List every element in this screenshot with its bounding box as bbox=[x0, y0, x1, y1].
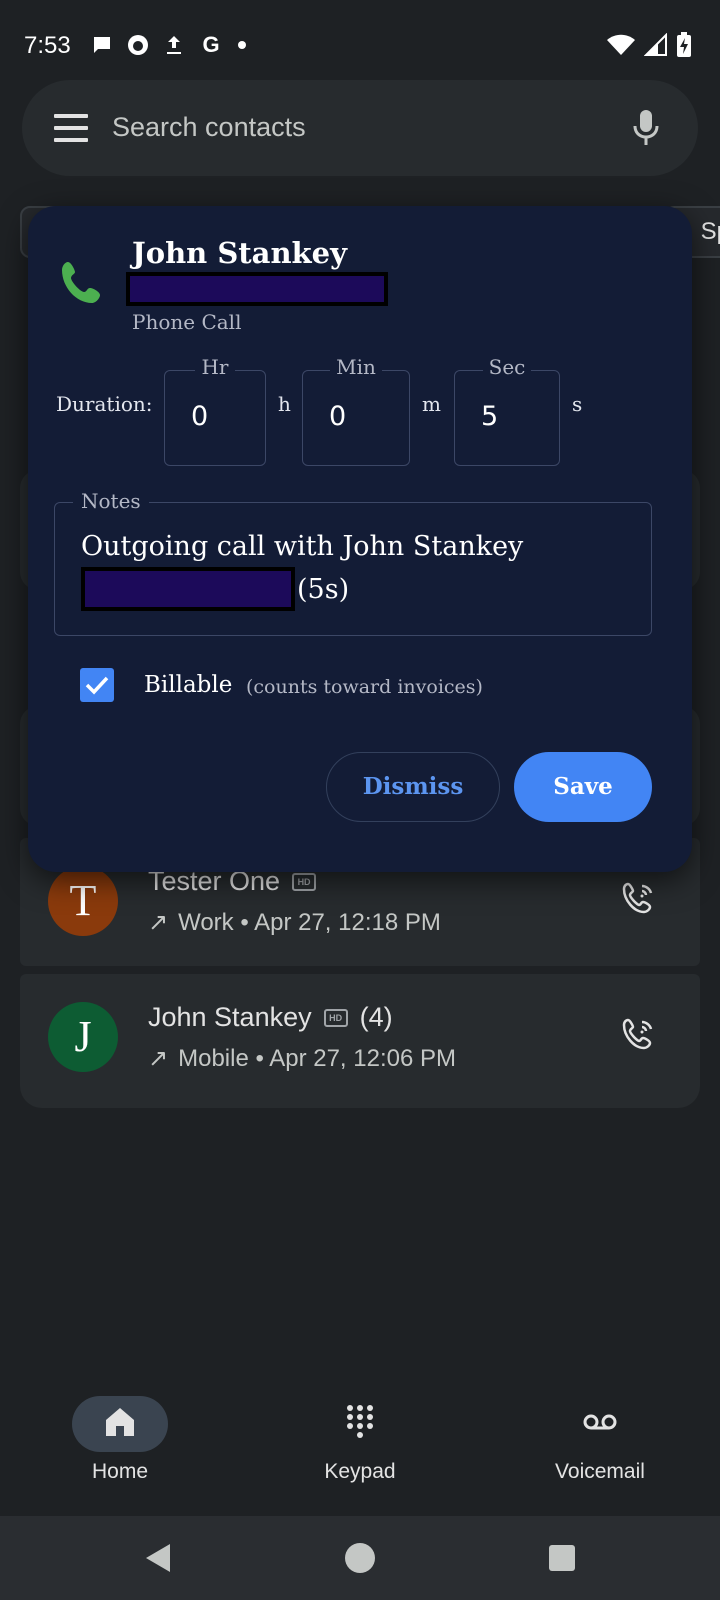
dismiss-button[interactable]: Dismiss bbox=[326, 752, 500, 822]
search-bar[interactable]: Search contacts bbox=[22, 80, 698, 176]
redacted-phone-number bbox=[81, 567, 295, 611]
nav-item-voicemail[interactable]: Voicemail bbox=[520, 1394, 680, 1504]
nav-label-home: Home bbox=[91, 1460, 149, 1483]
notes-field[interactable]: Notes Outgoing call with John Stankey (5… bbox=[54, 489, 652, 636]
search-input[interactable]: Search contacts bbox=[112, 112, 306, 143]
wifi-call-icon[interactable] bbox=[620, 1014, 660, 1054]
minutes-label: Min bbox=[303, 355, 409, 379]
wifi-icon bbox=[607, 34, 635, 55]
status-time: 7:53 bbox=[24, 32, 71, 59]
hours-unit: h bbox=[278, 392, 291, 416]
call-meta: ↗ Mobile • Apr 27, 12:06 PM bbox=[148, 1044, 456, 1073]
notification-icons: G bbox=[90, 32, 248, 58]
checkmark-icon bbox=[85, 676, 109, 695]
system-status-icons bbox=[606, 32, 692, 58]
avatar[interactable]: J bbox=[48, 1002, 118, 1072]
dialog-title: John Stankey bbox=[132, 236, 347, 270]
github-icon bbox=[128, 35, 148, 55]
system-navigation-bar bbox=[0, 1516, 720, 1600]
nav-label-voicemail: Voicemail bbox=[555, 1460, 645, 1483]
nav-item-home[interactable]: Home bbox=[40, 1394, 200, 1504]
hours-label: Hr bbox=[165, 355, 265, 379]
call-log-row[interactable]: J John Stankey HD (4) ↗ Mobile • Apr 27,… bbox=[20, 974, 700, 1108]
notes-label: Notes bbox=[73, 489, 149, 513]
seconds-label: Sec bbox=[455, 355, 559, 379]
keypad-icon bbox=[347, 1405, 373, 1438]
dot-icon bbox=[238, 41, 246, 49]
redacted-phone-number bbox=[126, 272, 388, 306]
seconds-value: 5 bbox=[481, 401, 499, 432]
mic-icon[interactable] bbox=[632, 108, 660, 148]
menu-icon[interactable] bbox=[54, 114, 88, 142]
notes-duration-text: (5s) bbox=[297, 573, 350, 605]
nav-item-keypad[interactable]: Keypad bbox=[280, 1394, 440, 1504]
call-meta-text: Mobile • Apr 27, 12:06 PM bbox=[178, 1044, 456, 1072]
status-bar: 7:53 G bbox=[0, 0, 720, 90]
billable-checkbox[interactable] bbox=[80, 668, 114, 702]
minutes-field[interactable]: Min 0 bbox=[302, 355, 410, 466]
notes-text: Outgoing call with John Stankey bbox=[81, 531, 524, 562]
phone-icon bbox=[62, 262, 100, 303]
call-meta: ↗ Work • Apr 27, 12:18 PM bbox=[148, 908, 441, 937]
upload-icon bbox=[167, 36, 181, 54]
voicemail-icon bbox=[583, 1414, 617, 1430]
outgoing-arrow-icon: ↗ bbox=[148, 1045, 169, 1072]
outgoing-arrow-icon: ↗ bbox=[148, 909, 169, 936]
seconds-unit: s bbox=[572, 392, 583, 416]
chat-bubble-icon bbox=[94, 37, 110, 53]
hd-call-icon: HD bbox=[323, 1008, 348, 1027]
wifi-call-icon[interactable] bbox=[620, 878, 660, 918]
call-log-dialog: John Stankey Phone Call Duration: Hr 0 h… bbox=[28, 206, 692, 872]
signal-icon bbox=[644, 33, 667, 56]
billable-hint: (counts toward invoices) bbox=[246, 676, 483, 698]
seconds-field[interactable]: Sec 5 bbox=[454, 355, 560, 466]
google-icon: G bbox=[202, 32, 220, 57]
recents-icon[interactable] bbox=[548, 1544, 576, 1572]
hours-value: 0 bbox=[191, 401, 209, 432]
back-icon[interactable] bbox=[144, 1542, 174, 1574]
nav-label-keypad: Keypad bbox=[324, 1460, 396, 1483]
filter-chip-label: Sp bbox=[700, 218, 720, 245]
contact-name: John Stankey HD (4) bbox=[148, 1002, 393, 1033]
duration-label: Duration: bbox=[56, 392, 153, 416]
avatar[interactable]: T bbox=[48, 866, 118, 936]
call-count: (4) bbox=[359, 1002, 393, 1032]
minutes-unit: m bbox=[422, 392, 441, 416]
contact-name-text: John Stankey bbox=[148, 1002, 312, 1032]
billable-label[interactable]: Billable bbox=[144, 672, 232, 698]
home-button-icon[interactable] bbox=[344, 1542, 376, 1574]
minutes-value: 0 bbox=[329, 401, 347, 432]
save-button[interactable]: Save bbox=[514, 752, 652, 822]
hours-field[interactable]: Hr 0 bbox=[164, 355, 266, 466]
call-meta-text: Work • Apr 27, 12:18 PM bbox=[178, 908, 441, 936]
dialog-subtitle: Phone Call bbox=[132, 310, 242, 334]
home-icon bbox=[106, 1408, 134, 1436]
bottom-navigation: Home Keypad Voicemail bbox=[0, 1380, 720, 1516]
battery-charging-icon bbox=[677, 32, 691, 57]
notes-line-2: (5s) bbox=[81, 567, 349, 611]
hd-call-icon: HD bbox=[292, 872, 317, 891]
